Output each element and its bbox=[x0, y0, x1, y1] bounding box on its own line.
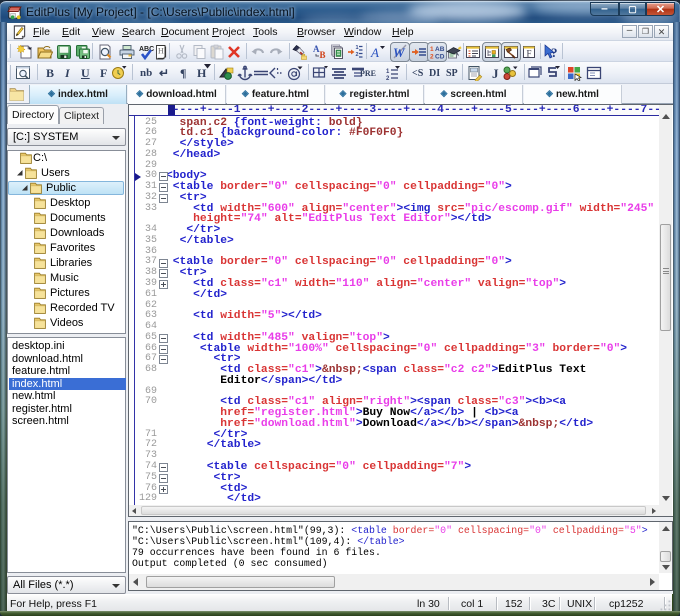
svg-text:H: H bbox=[158, 47, 164, 56]
svg-text:A: A bbox=[370, 45, 379, 60]
svg-text:B: B bbox=[319, 50, 325, 60]
svg-text:1: 1 bbox=[355, 45, 358, 51]
svg-text:2: 2 bbox=[430, 54, 434, 61]
svg-text:?: ? bbox=[551, 45, 558, 60]
svg-text:2: 2 bbox=[386, 76, 390, 81]
svg-text:2: 2 bbox=[355, 52, 358, 58]
svg-text:AB: AB bbox=[435, 46, 445, 53]
svg-text:F: F bbox=[527, 49, 532, 59]
svg-text:CD: CD bbox=[435, 54, 445, 61]
svg-text:1: 1 bbox=[386, 69, 390, 75]
svg-text:W: W bbox=[393, 45, 406, 60]
svg-text:1: 1 bbox=[430, 46, 434, 53]
